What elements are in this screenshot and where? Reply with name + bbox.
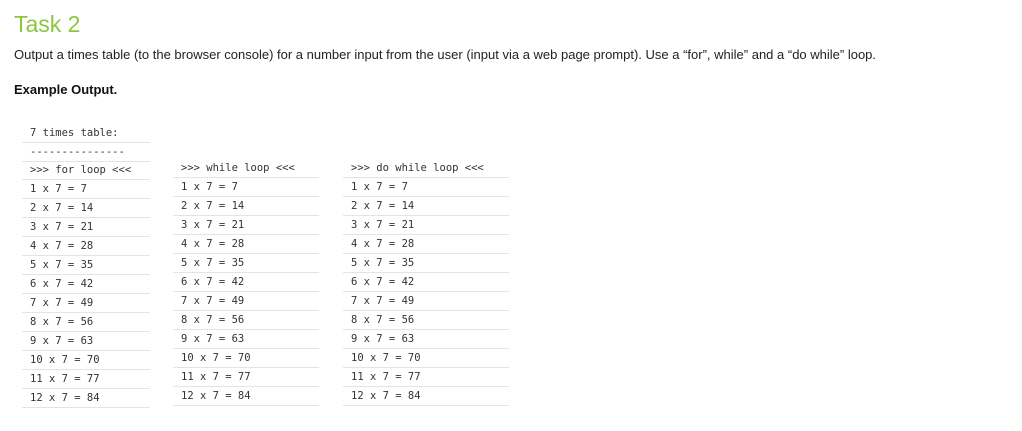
output-line: 5 x 7 = 35: [343, 254, 509, 273]
while-loop-output: >>> while loop <<< 1 x 7 = 72 x 7 = 14 3 x…: [173, 159, 319, 406]
output-line: 4 x 7 = 28: [173, 235, 319, 254]
output-line: 8 x 7 = 56: [173, 311, 319, 330]
output-line: 9 x 7 = 63: [343, 330, 509, 349]
output-line: 6 x 7 = 42: [22, 275, 150, 294]
output-line: 7 x 7 = 49: [173, 292, 319, 311]
output-line: 1 x 7 = 7: [173, 178, 319, 197]
column-header: >>> do while loop <<<: [343, 159, 509, 178]
output-line: 3 x 7 = 21: [22, 218, 150, 237]
output-line: 12 x 7 = 84: [22, 389, 150, 408]
output-line: 2 x 7 = 14: [22, 199, 150, 218]
output-line: 6 x 7 = 42: [173, 273, 319, 292]
for-loop-output: >>> for loop <<< 1 x 7 = 72 x 7 = 14 3 x 7…: [22, 161, 150, 408]
task-title: Task 2: [14, 11, 81, 37]
output-line: 1 x 7 = 7: [22, 180, 150, 199]
times-table-title: 7 times table:: [22, 124, 150, 143]
output-line: 12 x 7 = 84: [173, 387, 319, 406]
output-line: 2 x 7 = 14: [173, 197, 319, 216]
output-line: 12 x 7 = 84: [343, 387, 509, 406]
example-output-heading: Example Output.: [14, 82, 118, 97]
output-line: 5 x 7 = 35: [22, 256, 150, 275]
output-line: 9 x 7 = 63: [22, 332, 150, 351]
output-line: 6 x 7 = 42: [343, 273, 509, 292]
output-line: 10 x 7 = 70: [343, 349, 509, 368]
output-line: 8 x 7 = 56: [22, 313, 150, 332]
output-line: 4 x 7 = 28: [343, 235, 509, 254]
output-line: 11 x 7 = 77: [173, 368, 319, 387]
column-header: >>> while loop <<<: [173, 159, 319, 178]
output-line: 2 x 7 = 14: [343, 197, 509, 216]
output-line: 11 x 7 = 77: [22, 370, 150, 389]
separator-line: ---------------: [22, 143, 150, 162]
output-line: 11 x 7 = 77: [343, 368, 509, 387]
output-line: 9 x 7 = 63: [173, 330, 319, 349]
output-line: 4 x 7 = 28: [22, 237, 150, 256]
output-line: 5 x 7 = 35: [173, 254, 319, 273]
task-description: Output a times table (to the browser con…: [14, 47, 877, 62]
output-line: 3 x 7 = 21: [343, 216, 509, 235]
output-line: 7 x 7 = 49: [22, 294, 150, 313]
output-line: 1 x 7 = 7: [343, 178, 509, 197]
output-line: 7 x 7 = 49: [343, 292, 509, 311]
do-while-loop-output: >>> do while loop <<< 1 x 7 = 72 x 7 = 14…: [343, 159, 509, 406]
output-line: 10 x 7 = 70: [173, 349, 319, 368]
column-header: >>> for loop <<<: [22, 161, 150, 180]
output-line: 3 x 7 = 21: [173, 216, 319, 235]
output-line: 10 x 7 = 70: [22, 351, 150, 370]
output-line: 8 x 7 = 56: [343, 311, 509, 330]
